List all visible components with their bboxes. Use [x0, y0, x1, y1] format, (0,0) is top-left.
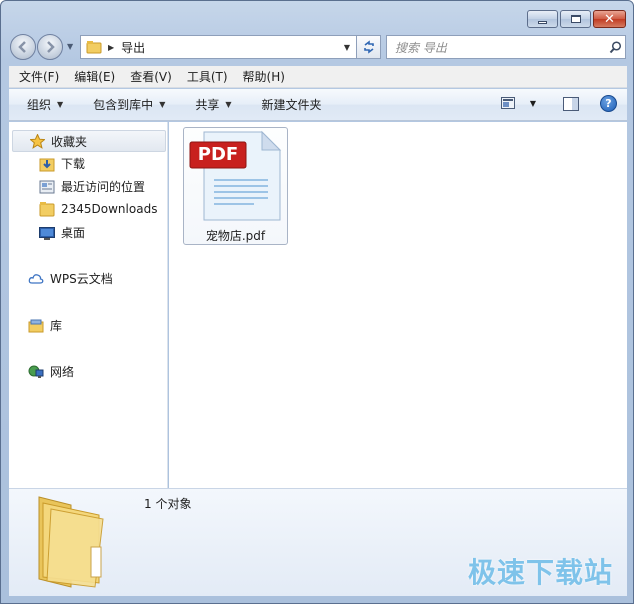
- navigation-pane: 收藏夹 下载 最近访问的位置 2345Downloads 桌面 WPS云文档 库…: [9, 122, 168, 488]
- sidebar-item-wps-cloud[interactable]: WPS云文档: [28, 270, 113, 287]
- forward-arrow-icon: [47, 41, 55, 53]
- explorer-window: ✕ ▼ ▶ 导出 ▼ 搜索 导出 文件(F) 编辑(E) 查看(V) 工具(T)…: [0, 0, 634, 604]
- search-icon[interactable]: [605, 40, 625, 54]
- folder-icon: [86, 41, 102, 54]
- change-view-icon[interactable]: [500, 96, 518, 112]
- share-button[interactable]: 共享 ▼: [195, 96, 231, 113]
- sidebar-item-libraries[interactable]: 库: [28, 317, 62, 334]
- file-item[interactable]: PDF 宠物店.pdf: [183, 127, 288, 245]
- star-icon: [29, 133, 45, 149]
- include-in-library-button[interactable]: 包含到库中 ▼: [93, 96, 165, 113]
- library-icon: [28, 318, 44, 334]
- sidebar-item-label: 库: [50, 319, 63, 333]
- minimize-icon: [538, 20, 547, 24]
- sidebar-item-label: WPS云文档: [50, 272, 113, 286]
- share-label: 共享: [195, 98, 220, 112]
- view-controls: ▼ ?: [500, 95, 617, 112]
- favorites-label: 收藏夹: [51, 134, 88, 149]
- chevron-down-icon: ▼: [225, 100, 232, 109]
- sidebar-item-label: 网络: [50, 365, 75, 379]
- large-folder-icon: [38, 496, 104, 588]
- menu-bar: 文件(F) 编辑(E) 查看(V) 工具(T) 帮助(H): [9, 66, 627, 88]
- sidebar-item-2345downloads[interactable]: 2345Downloads: [39, 201, 157, 217]
- watermark: 极速下载站: [467, 556, 613, 589]
- folder-icon: [39, 201, 55, 217]
- organize-button[interactable]: 组织 ▼: [27, 96, 63, 113]
- refresh-icon: [363, 40, 374, 54]
- sidebar-item-network[interactable]: 网络: [28, 363, 74, 380]
- refresh-button[interactable]: [357, 35, 381, 59]
- menu-tools[interactable]: 工具(T): [182, 68, 233, 85]
- pdf-file-icon: [189, 130, 282, 221]
- address-dropdown[interactable]: ▼: [338, 43, 356, 52]
- breadcrumb-arrow-icon[interactable]: ▶: [108, 43, 114, 52]
- maximize-button[interactable]: [560, 10, 591, 28]
- menu-file[interactable]: 文件(F): [14, 68, 64, 85]
- download-folder-icon: [39, 156, 55, 172]
- search-input[interactable]: 搜索 导出: [387, 39, 605, 56]
- new-folder-button[interactable]: 新建文件夹: [262, 96, 322, 113]
- sidebar-item-favorites[interactable]: 收藏夹: [12, 130, 166, 152]
- sidebar-item-label: 下载: [61, 157, 86, 171]
- navigation-row: ▼ ▶ 导出 ▼ 搜索 导出: [10, 34, 626, 60]
- address-bar[interactable]: ▶ 导出 ▼: [80, 35, 357, 59]
- include-in-library-label: 包含到库中: [93, 98, 154, 112]
- sidebar-item-recent-places[interactable]: 最近访问的位置: [39, 178, 145, 195]
- network-icon: [28, 364, 44, 380]
- file-list: PDF 宠物店.pdf: [169, 122, 627, 488]
- menu-help[interactable]: 帮助(H): [238, 68, 290, 85]
- close-button[interactable]: ✕: [593, 10, 626, 28]
- menu-edit[interactable]: 编辑(E): [69, 68, 120, 85]
- sidebar-item-desktop[interactable]: 桌面: [39, 224, 85, 241]
- forward-button[interactable]: [37, 34, 63, 60]
- view-options-chevron-icon[interactable]: ▼: [530, 99, 536, 108]
- search-box[interactable]: 搜索 导出: [386, 35, 626, 59]
- desktop-icon: [39, 225, 55, 241]
- sidebar-item-label: 最近访问的位置: [61, 180, 146, 194]
- item-count: 1 个对象: [144, 497, 192, 511]
- organize-label: 组织: [27, 98, 52, 112]
- pdf-badge-label: PDF: [197, 144, 239, 165]
- menu-view[interactable]: 查看(V): [125, 68, 177, 85]
- command-bar: 组织 ▼ 包含到库中 ▼ 共享 ▼ 新建文件夹 ▼ ?: [9, 89, 627, 121]
- close-icon: ✕: [604, 11, 615, 27]
- sidebar-item-label: 桌面: [61, 226, 86, 240]
- minimize-button[interactable]: [527, 10, 558, 28]
- chevron-down-icon: ▼: [57, 100, 64, 109]
- help-icon[interactable]: ?: [600, 95, 617, 112]
- sidebar-item-label: 2345Downloads: [61, 202, 158, 216]
- back-button[interactable]: [10, 34, 36, 60]
- file-name: 宠物店.pdf: [205, 229, 266, 243]
- chevron-down-icon: ▼: [159, 100, 166, 109]
- recent-pages-dropdown[interactable]: ▼: [67, 42, 73, 51]
- breadcrumb-current[interactable]: 导出: [121, 39, 338, 56]
- recent-places-icon: [39, 179, 55, 195]
- sidebar-item-downloads[interactable]: 下载: [39, 155, 85, 172]
- maximize-icon: [570, 15, 581, 23]
- back-arrow-icon: [18, 41, 26, 53]
- caption-buttons: ✕: [527, 10, 626, 28]
- cloud-icon: [28, 271, 44, 287]
- preview-pane-icon[interactable]: [562, 96, 580, 112]
